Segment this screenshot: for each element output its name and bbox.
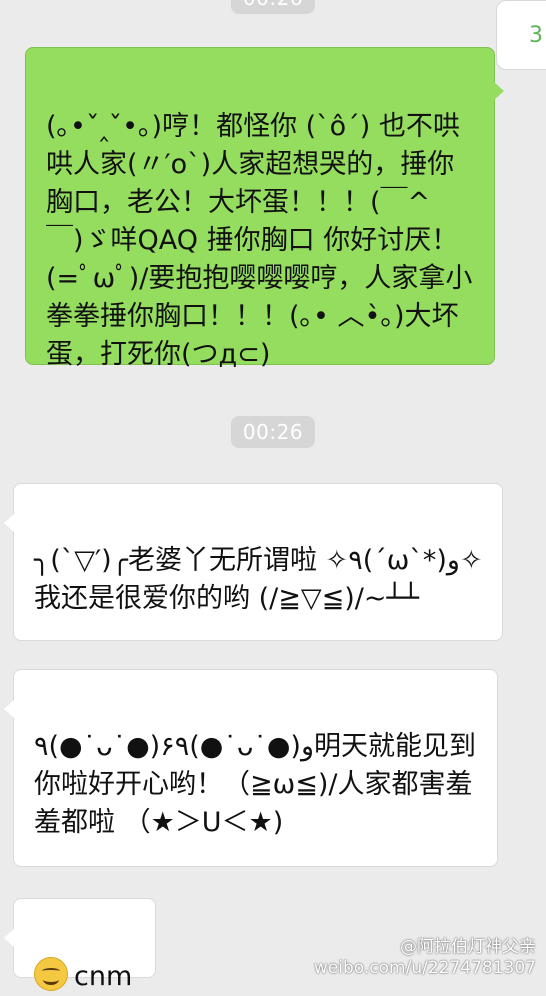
timestamp-top: 00:26 bbox=[230, 0, 316, 14]
message-text: ╮(`▽′)╭老婆丫无所谓啦 ✧٩(ˊωˋ*)و✧我还是很爱你的哟 (/≧▽≦)… bbox=[34, 545, 483, 614]
message-bubble-incoming[interactable]: ╮(`▽′)╭老婆丫无所谓啦 ✧٩(ˊωˋ*)و✧我还是很爱你的哟 (/≧▽≦)… bbox=[4, 483, 503, 641]
message-bubble-incoming[interactable]: cnm bbox=[4, 898, 156, 992]
bubble-tail bbox=[494, 82, 504, 100]
message-text: ٩(●˙ᴗ˙●)۶٩(●˙ᴗ˙●)و明天就能见到你啦好开心哟！（≧ω≦)/人家都… bbox=[34, 731, 477, 838]
watermark-url: weibo.com/u/2274781307 bbox=[313, 958, 536, 978]
bubble-tail bbox=[4, 700, 14, 718]
message-bubble-outgoing[interactable]: (｡•ˇ‸ˇ•｡)哼！都怪你 (`ô´) 也不哄哄人家(〃′o`)人家超想哭的，… bbox=[25, 47, 504, 370]
message-text: cnm bbox=[74, 961, 133, 992]
message-text: (｡•ˇ‸ˇ•｡)哼！都怪你 (`ô´) 也不哄哄人家(〃′o`)人家超想哭的，… bbox=[46, 111, 473, 370]
bubble-tail bbox=[4, 929, 14, 947]
bubble-tail bbox=[4, 514, 14, 532]
edge-card[interactable]: 3 bbox=[496, 0, 546, 70]
timestamp-middle: 00:26 bbox=[230, 416, 316, 448]
message-bubble-incoming[interactable]: ٩(●˙ᴗ˙●)۶٩(●˙ᴗ˙●)و明天就能见到你啦好开心哟！（≧ω≦)/人家都… bbox=[4, 669, 498, 867]
edge-card-text: 3 bbox=[529, 23, 543, 48]
watermark-handle: @阿拉伯灯神父亲 bbox=[400, 937, 536, 957]
